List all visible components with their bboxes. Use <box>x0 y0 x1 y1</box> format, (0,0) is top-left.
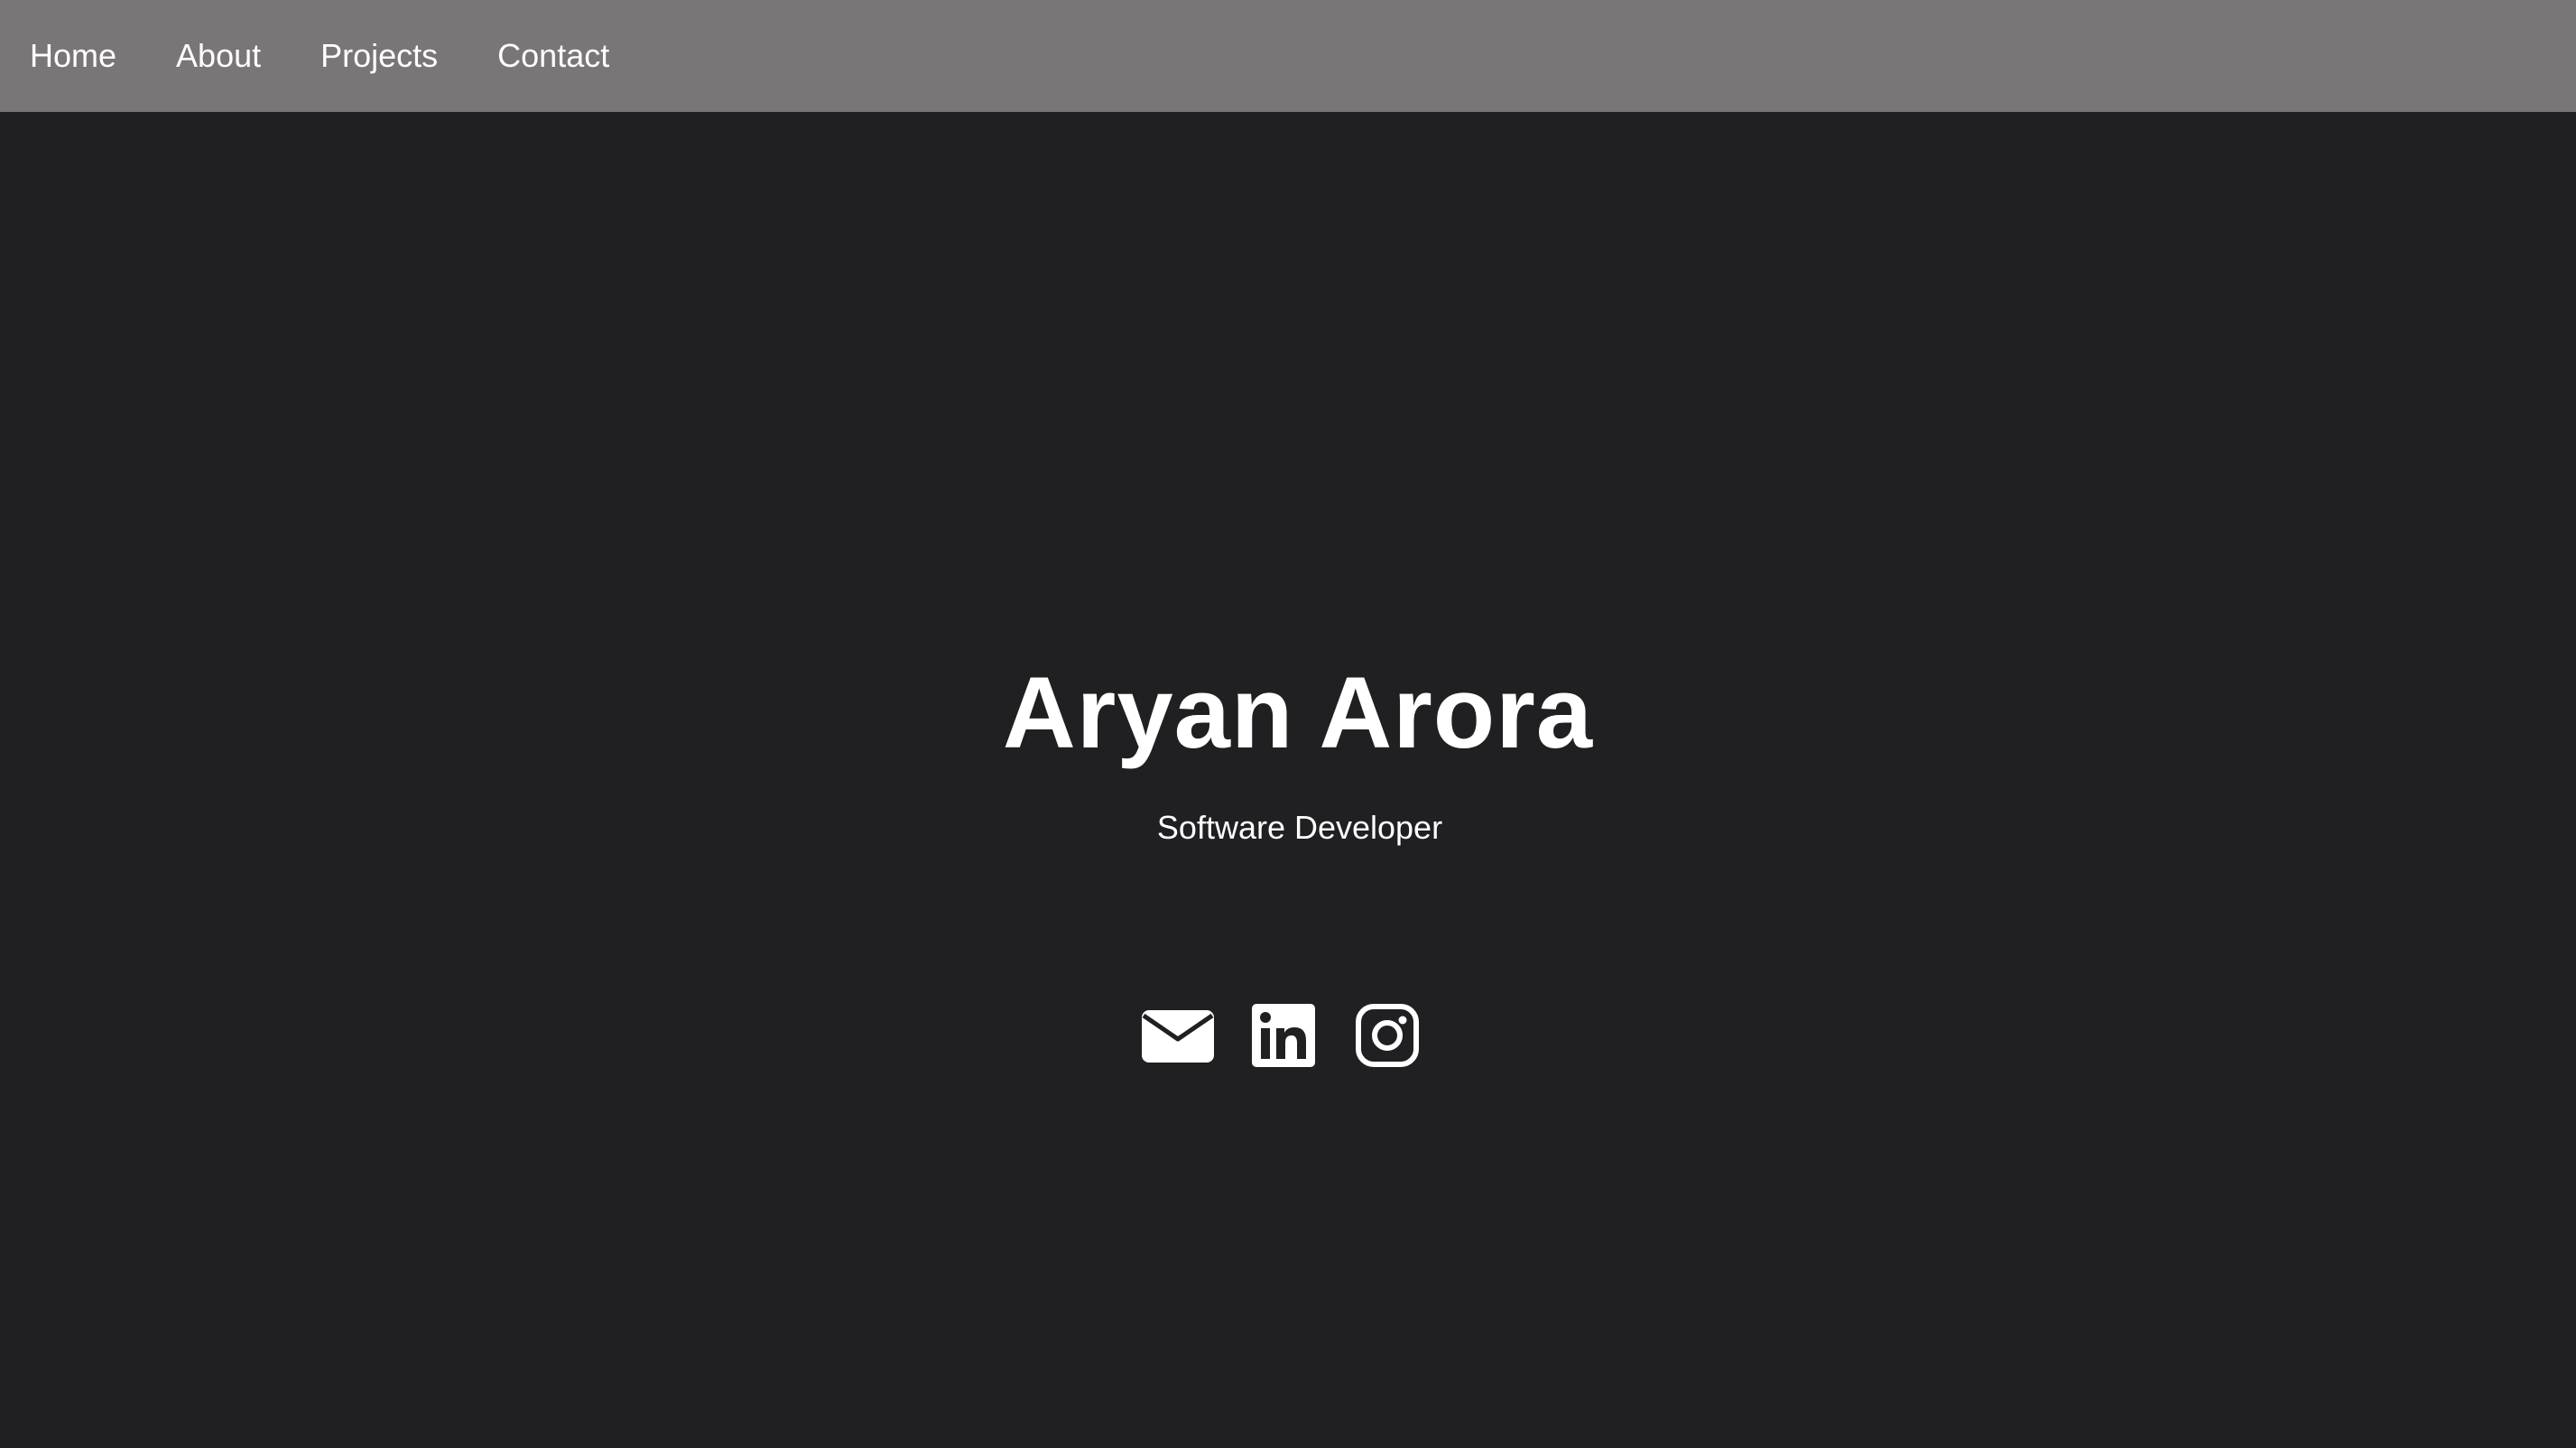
hero-section: Aryan Arora Software Developer <box>0 112 2576 1448</box>
nav-link-contact[interactable]: Contact <box>497 40 609 72</box>
social-links <box>0 896 2576 1067</box>
instagram-link[interactable] <box>1356 1004 1419 1067</box>
nav-link-home[interactable]: Home <box>30 40 116 72</box>
hero-role: Software Developer <box>1156 809 1443 846</box>
envelope-icon <box>1142 1010 1214 1063</box>
linkedin-link[interactable] <box>1252 1004 1315 1067</box>
hero-name: Aryan Arora <box>1002 656 1594 769</box>
nav-link-about[interactable]: About <box>176 40 261 72</box>
email-link[interactable] <box>1142 1010 1214 1063</box>
instagram-icon <box>1356 1004 1419 1067</box>
top-navbar: Home About Projects Contact <box>0 0 2576 112</box>
nav-link-projects[interactable]: Projects <box>320 40 438 72</box>
linkedin-icon <box>1252 1004 1315 1067</box>
